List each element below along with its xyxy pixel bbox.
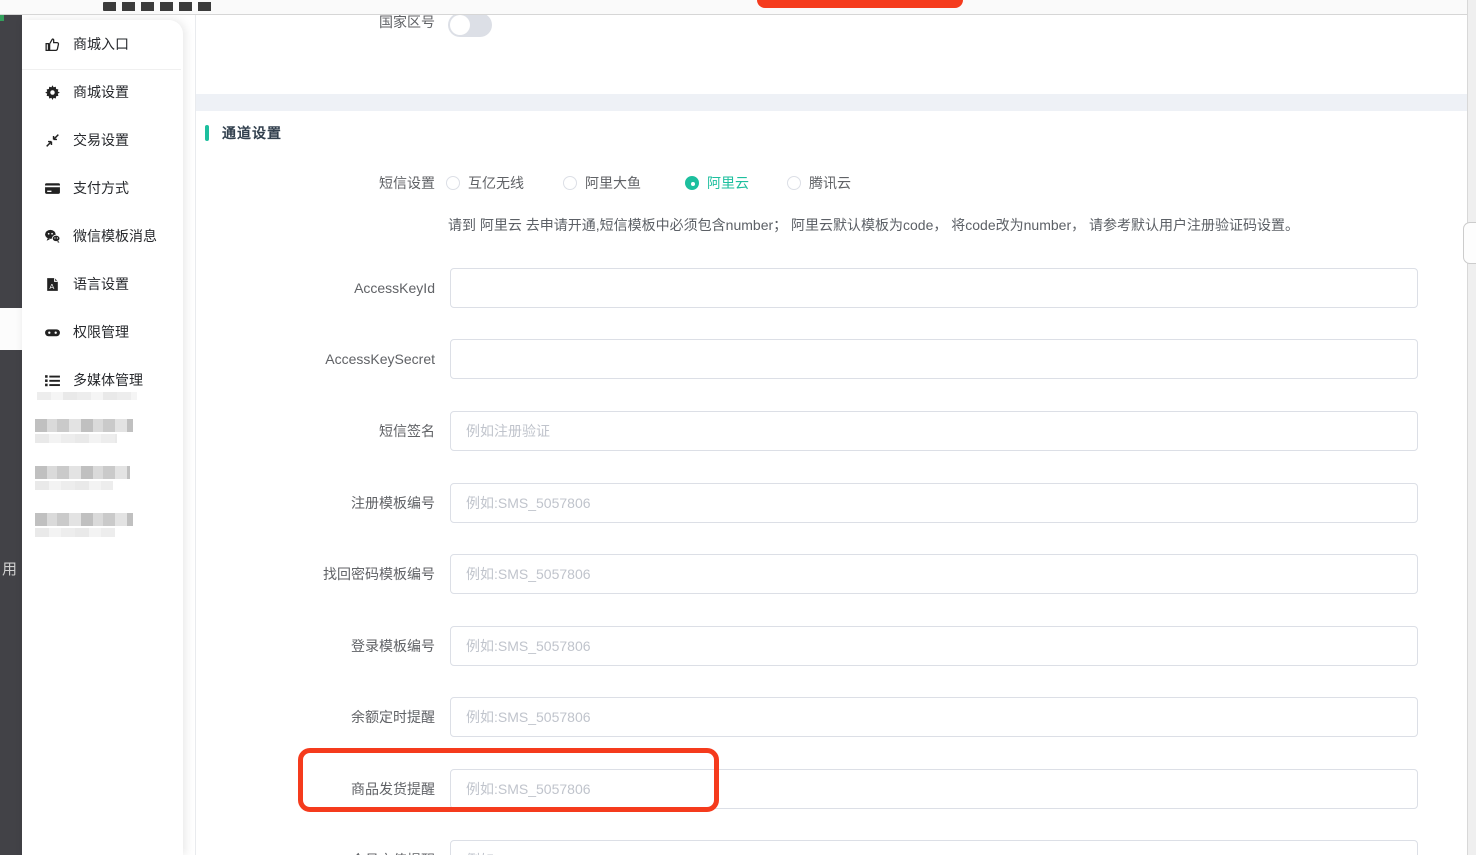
sms-provider-row: 短信设置 互亿无线 阿里大鱼 阿里云 腾讯云 <box>196 173 1476 191</box>
blurred-menu-item <box>35 419 133 443</box>
section-separator-band <box>196 94 1476 111</box>
right-scrollbar-thumb[interactable] <box>1463 222 1476 264</box>
field-label: 商品发货提醒 <box>196 769 435 809</box>
red-annotation-top <box>757 0 963 8</box>
gamepad-icon <box>44 324 61 341</box>
sidebar-item-wechat-template[interactable]: 微信模板消息 <box>22 212 183 260</box>
shipping-reminder-input[interactable] <box>450 769 1418 809</box>
wechat-icon <box>44 228 61 245</box>
strip-gap <box>0 308 22 350</box>
sidebar-item-label: 微信模板消息 <box>73 226 157 246</box>
channel-settings-panel: 国家区号 通道设置 短信设置 互亿无线 阿里大鱼 阿里云 腾讯云 请到 阿里云 … <box>196 15 1476 855</box>
section-title: 通道设置 <box>222 123 282 143</box>
radio-aliyun[interactable]: 阿里云 <box>685 173 749 193</box>
sms-signature-input[interactable] <box>450 411 1418 451</box>
accesskeyid-input[interactable] <box>450 268 1418 308</box>
accesskeysecret-input[interactable] <box>450 339 1418 379</box>
sidebar-item-label: 商城入口 <box>73 34 129 54</box>
svg-text:A: A <box>49 281 54 290</box>
radio-tencent-cloud[interactable]: 腾讯云 <box>787 173 851 193</box>
register-template-input[interactable] <box>450 483 1418 523</box>
radio-icon <box>563 176 577 190</box>
blurred-subitem <box>37 392 137 400</box>
sidebar-item-permissions[interactable]: 权限管理 <box>22 308 183 356</box>
sidebar-item-mall-entrance[interactable]: 商城入口 <box>22 20 183 68</box>
sidebar-item-language-settings[interactable]: A 语言设置 <box>22 260 183 308</box>
gear-icon <box>44 84 61 101</box>
sidebar-item-label: 支付方式 <box>73 178 129 198</box>
member-recharge-reminder-input[interactable] <box>450 840 1418 855</box>
sidebar-item-mall-settings[interactable]: 商城设置 <box>22 68 183 116</box>
radio-icon <box>787 176 801 190</box>
sidebar-item-label: 权限管理 <box>73 322 129 342</box>
radio-huyi-wireless[interactable]: 互亿无线 <box>446 173 524 193</box>
login-template-input[interactable] <box>450 626 1418 666</box>
trade-arrows-icon <box>44 132 61 149</box>
credit-card-icon <box>44 180 61 197</box>
field-label: AccessKeySecret <box>196 339 435 379</box>
clipped-tab-text <box>103 2 215 11</box>
section-header: 通道设置 <box>205 123 282 143</box>
sidebar-item-label: 语言设置 <box>73 274 129 294</box>
country-code-label: 国家区号 <box>196 12 435 32</box>
field-label: AccessKeyId <box>196 268 435 308</box>
field-row-sms-signature: 短信签名 <box>196 411 1476 451</box>
field-label: 会员充值提醒 <box>196 840 435 855</box>
toggle-knob <box>450 15 470 35</box>
radio-ali-dayu[interactable]: 阿里大鱼 <box>563 173 641 193</box>
blurred-menu-item <box>35 513 133 537</box>
field-label: 短信签名 <box>196 411 435 451</box>
field-row-accesskeysecret: AccessKeySecret <box>196 339 1476 379</box>
field-row-balance-reminder: 余额定时提醒 <box>196 697 1476 737</box>
content-left-border <box>195 15 196 855</box>
blurred-menu-item <box>35 466 130 490</box>
strip-char: 用 <box>2 558 17 579</box>
radio-icon <box>446 176 460 190</box>
sidebar-item-payment-methods[interactable]: 支付方式 <box>22 164 183 212</box>
settings-sidebar: 商城入口 商城设置 交易设置 支付方式 微信模板消息 <box>22 20 183 855</box>
sidebar-item-label: 多媒体管理 <box>73 370 143 390</box>
balance-reminder-input[interactable] <box>450 697 1418 737</box>
sidebar-menu: 商城入口 商城设置 交易设置 支付方式 微信模板消息 <box>22 20 183 404</box>
sms-setting-label: 短信设置 <box>196 173 435 193</box>
field-row-accesskeyid: AccessKeyId <box>196 268 1476 308</box>
password-recovery-template-input[interactable] <box>450 554 1418 594</box>
field-label: 找回密码模板编号 <box>196 554 435 594</box>
field-label: 注册模板编号 <box>196 483 435 523</box>
right-scrollbar-track[interactable] <box>1467 0 1476 855</box>
mall-entrance-icon <box>44 36 61 53</box>
field-label: 余额定时提醒 <box>196 697 435 737</box>
field-row-shipping-reminder: 商品发货提醒 <box>196 769 1476 809</box>
country-code-toggle[interactable] <box>448 13 492 37</box>
field-row-member-recharge-reminder: 会员充值提醒 <box>196 840 1476 855</box>
list-icon <box>44 372 61 389</box>
background-window-strip: 用 <box>0 0 22 855</box>
radio-selected-icon <box>685 176 699 190</box>
section-accent-bar <box>205 125 209 141</box>
field-row-login-template: 登录模板编号 <box>196 626 1476 666</box>
sidebar-item-trade-settings[interactable]: 交易设置 <box>22 116 183 164</box>
field-label: 登录模板编号 <box>196 626 435 666</box>
sidebar-item-label: 商城设置 <box>73 82 129 102</box>
sidebar-item-label: 交易设置 <box>73 130 129 150</box>
aliyun-helper-text: 请到 阿里云 去申请开通,短信模板中必须包含number； 阿里云默认模板为co… <box>448 215 1299 235</box>
sidebar-divider <box>22 69 181 70</box>
top-window-bar <box>0 0 1476 15</box>
language-icon: A <box>44 276 61 293</box>
field-row-register-template: 注册模板编号 <box>196 483 1476 523</box>
field-row-password-recovery-template: 找回密码模板编号 <box>196 554 1476 594</box>
